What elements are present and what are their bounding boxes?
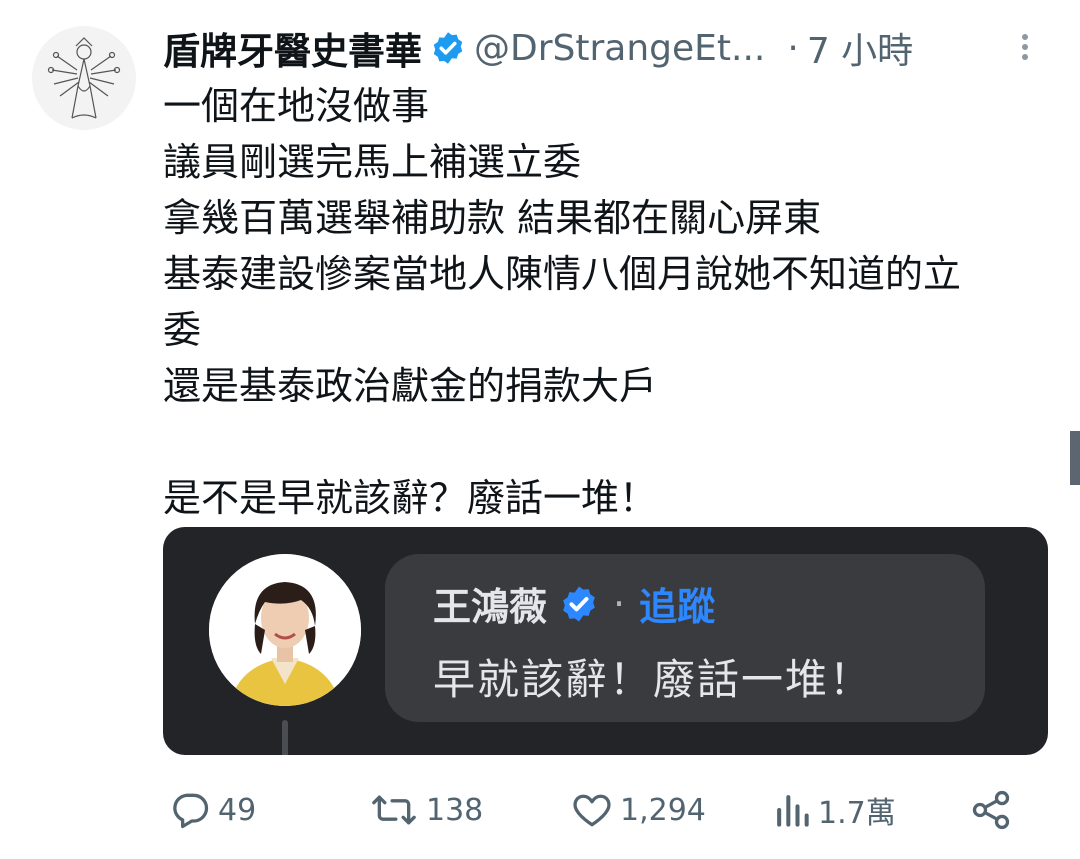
embedded-image-card[interactable]: 王鴻薇 · 追蹤 早就該辭！廢話一堆！: [163, 527, 1048, 755]
author-name[interactable]: 盾牌牙醫史書華: [163, 21, 422, 75]
tweet-text: 一個在地沒做事 議員剛選完馬上補選立委 拿幾百萬選舉補助款 結果都在關心屏東 基…: [163, 78, 1053, 526]
embedded-author-name: 王鴻薇: [433, 585, 548, 629]
retweet-count: 138: [426, 792, 484, 828]
tweet-timestamp[interactable]: 7 小時: [807, 22, 913, 74]
more-dots-icon[interactable]: [1015, 30, 1035, 70]
scrollbar-thumb[interactable]: [1070, 431, 1080, 485]
share-icon: [968, 788, 1014, 832]
reply-count: 49: [218, 792, 257, 828]
embedded-avatar-portrait: [209, 554, 361, 706]
views-chart-icon: [772, 788, 812, 832]
tweet-text-line: [163, 414, 1053, 470]
header-separator: ·: [787, 27, 799, 69]
share-button[interactable]: [968, 786, 1014, 834]
tweet-text-line: 委: [163, 308, 202, 352]
reply-button[interactable]: 49: [168, 786, 256, 834]
tweet-action-bar: 49 138 1,294 1.7萬: [0, 780, 1080, 840]
tweet-text-line: 是不是早就該辭？廢話一堆！: [163, 476, 658, 520]
tweet-text-line: 一個在地沒做事: [163, 84, 430, 128]
reply-icon: [168, 788, 212, 832]
verified-badge-icon: [430, 30, 466, 66]
embedded-avatar: [209, 554, 361, 706]
tweet-text-line: 議員剛選完馬上補選立委: [163, 140, 582, 184]
tweet-header: 盾牌牙醫史書華 @DrStrangeEt... · 7 小時: [163, 20, 1053, 76]
tweet-text-line: 拿幾百萬選舉補助款 結果都在關心屏東: [163, 196, 822, 240]
retweet-icon: [368, 788, 420, 832]
author-avatar[interactable]: [32, 26, 136, 130]
follow-link: 追蹤: [639, 585, 716, 629]
retweet-button[interactable]: 138: [368, 786, 483, 834]
heart-icon: [570, 788, 614, 832]
thread-line: [282, 720, 288, 755]
views-count: 1.7萬: [818, 796, 896, 831]
tweet-text-line: 還是基泰政治獻金的捐款大戶: [163, 364, 658, 408]
verified-badge-icon: [559, 584, 599, 624]
like-button[interactable]: 1,294: [570, 786, 706, 834]
views-button[interactable]: 1.7萬: [772, 786, 896, 834]
author-handle[interactable]: @DrStrangeEt...: [474, 28, 765, 69]
like-count: 1,294: [620, 792, 706, 828]
tweet-text-line: 基泰建設慘案當地人陳情八個月說她不知道的立: [163, 252, 962, 296]
embedded-comment-bubble: 王鴻薇 · 追蹤 早就該辭！廢話一堆！: [385, 554, 985, 722]
embedded-separator: ·: [613, 581, 626, 626]
embedded-comment-text: 早就該辭！廢話一堆！: [433, 655, 874, 704]
avatar-illustration: [32, 26, 136, 130]
